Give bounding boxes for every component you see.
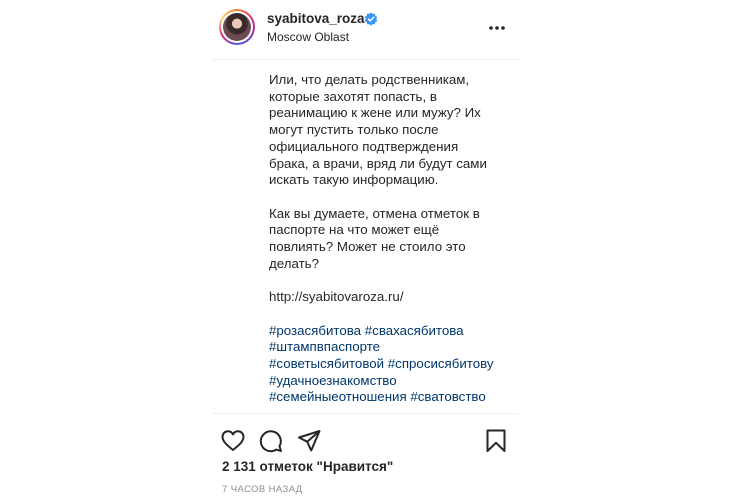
hashtag-line: #удачноезнакомство: [269, 373, 515, 390]
avatar[interactable]: [223, 13, 251, 41]
actions-divider: [212, 413, 518, 414]
more-options-icon[interactable]: [487, 18, 507, 38]
verified-badge-icon: [364, 12, 378, 26]
location-link[interactable]: Moscow Oblast: [267, 30, 349, 44]
hashtag-link[interactable]: #советысябитовой: [269, 356, 384, 371]
caption-line: повлиять? Может не стоило это: [269, 239, 466, 255]
hashtag-line: #семейныеотношения #сватовство: [269, 389, 515, 406]
caption-line: искать такую информацию.: [269, 172, 439, 188]
caption-gap: [269, 189, 515, 206]
caption-line: могут пустить только после: [269, 122, 439, 138]
caption-line: официального подтверждения: [269, 138, 459, 154]
caption-line: брака, а врачи, вряд ли будут сами: [269, 155, 487, 171]
post-header: syabitova_roza Moscow Oblast: [212, 0, 518, 58]
caption-line: которые захотят попасть, в: [269, 88, 437, 104]
comment-icon[interactable]: [258, 428, 284, 454]
caption-line: паспорте на что может ещё: [269, 222, 440, 238]
hashtag-link[interactable]: #спросисябитову: [388, 356, 494, 371]
post-actions: [212, 428, 518, 454]
hashtag-line: #советысябитовой #спросисябитову: [269, 356, 515, 373]
caption-line: делать?: [269, 255, 319, 271]
story-ring[interactable]: [219, 9, 255, 45]
username-link[interactable]: syabitova_roza: [267, 11, 365, 26]
bookmark-icon[interactable]: [483, 428, 509, 454]
post-caption: Или, что делать родственникам, которые з…: [269, 72, 515, 406]
caption-gap: [269, 272, 515, 289]
hashtag-link[interactable]: #розасябитова: [269, 323, 361, 338]
post-timestamp[interactable]: 7 ЧАСОВ НАЗАД: [222, 484, 303, 495]
caption-line: Как вы думаете, отмена отметок в: [269, 205, 480, 221]
likes-count[interactable]: 2 131 отметок "Нравится": [222, 459, 393, 474]
hashtag-link[interactable]: #штампвпаспорте: [269, 339, 380, 354]
post-panel: syabitova_roza Moscow Oblast Или, что де…: [212, 0, 518, 501]
caption-line: Или, что делать родственникам,: [269, 72, 470, 87]
header-divider: [212, 59, 518, 60]
caption-gap: [269, 306, 515, 323]
hashtag-link[interactable]: #удачноезнакомство: [269, 373, 397, 388]
hashtag-link[interactable]: #сватовство: [410, 389, 485, 404]
hashtag-line: #штампвпаспорте: [269, 339, 515, 356]
hashtag-line: #розасябитова #свахасябитова: [269, 323, 515, 340]
heart-icon[interactable]: [220, 428, 246, 454]
caption-line: реанимацию к жене или мужу? Их: [269, 105, 481, 121]
hashtag-link[interactable]: #свахасябитова: [365, 323, 464, 338]
website-link[interactable]: http://syabitovaroza.ru/: [269, 289, 515, 306]
hashtag-link[interactable]: #семейныеотношения: [269, 389, 407, 404]
paper-plane-icon[interactable]: [296, 428, 322, 454]
